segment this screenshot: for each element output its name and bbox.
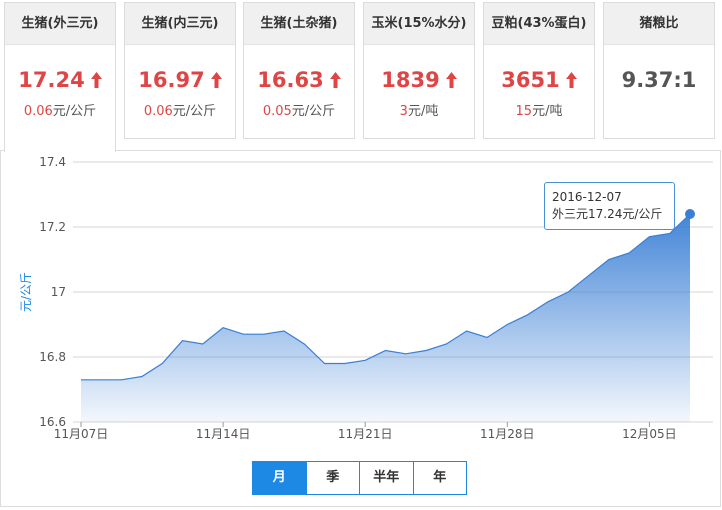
tab-quarter[interactable]: 季 xyxy=(305,462,360,494)
card-change: 15元/吨 xyxy=(515,104,563,119)
tooltip-date: 2016-12-07 xyxy=(552,190,622,204)
price-cards: 生猪(外三元) 17.24 0.06元/公斤 生猪(内三元) 16.97 0.0… xyxy=(0,0,722,152)
card-soybean-meal[interactable]: 豆粕(43%蛋白) 3651 15元/吨 xyxy=(483,2,595,139)
arrow-up-icon xyxy=(445,68,457,94)
card-price: 16.63 xyxy=(244,67,354,94)
arrow-up-icon xyxy=(90,68,102,94)
card-change: 0.05元/公斤 xyxy=(262,104,336,119)
card-pig-grain-ratio[interactable]: 猪粮比 9.37:1 xyxy=(603,2,715,139)
card-corn[interactable]: 玉米(15%水分) 1839 3元/吨 xyxy=(363,2,475,139)
card-change: 0.06元/公斤 xyxy=(143,104,217,119)
arrow-up-icon xyxy=(329,68,341,94)
tab-month[interactable]: 月 xyxy=(253,462,306,494)
card-title: 猪粮比 xyxy=(604,3,714,45)
card-price: 16.97 xyxy=(125,67,235,94)
arrow-up-icon xyxy=(565,68,577,94)
arrow-up-icon xyxy=(210,68,222,94)
card-change: 0.06元/公斤 xyxy=(23,104,97,119)
card-title: 豆粕(43%蛋白) xyxy=(484,3,594,45)
card-change: 3元/吨 xyxy=(399,104,439,119)
card-pig-tu-za-zhu[interactable]: 生猪(土杂猪) 16.63 0.05元/公斤 xyxy=(243,2,355,139)
card-title: 生猪(土杂猪) xyxy=(244,3,354,45)
card-title: 玉米(15%水分) xyxy=(364,3,474,45)
tab-half-year[interactable]: 半年 xyxy=(359,462,413,494)
card-pig-wai-san-yuan[interactable]: 生猪(外三元) 17.24 0.06元/公斤 xyxy=(4,2,116,152)
card-pig-nei-san-yuan[interactable]: 生猪(内三元) 16.97 0.06元/公斤 xyxy=(124,2,236,139)
card-title: 生猪(内三元) xyxy=(125,3,235,45)
card-price: 1839 xyxy=(364,67,474,94)
tab-year[interactable]: 年 xyxy=(412,462,467,494)
card-price: 3651 xyxy=(484,67,594,94)
period-tabs: 月 季 半年 年 xyxy=(252,461,467,495)
card-ratio: 9.37:1 xyxy=(621,68,697,92)
data-tooltip: 2016-12-07 外三元17.24元/公斤 xyxy=(544,182,675,230)
tooltip-value: 外三元17.24元/公斤 xyxy=(552,207,663,221)
card-title: 生猪(外三元) xyxy=(5,3,115,45)
card-price: 17.24 xyxy=(5,67,115,94)
